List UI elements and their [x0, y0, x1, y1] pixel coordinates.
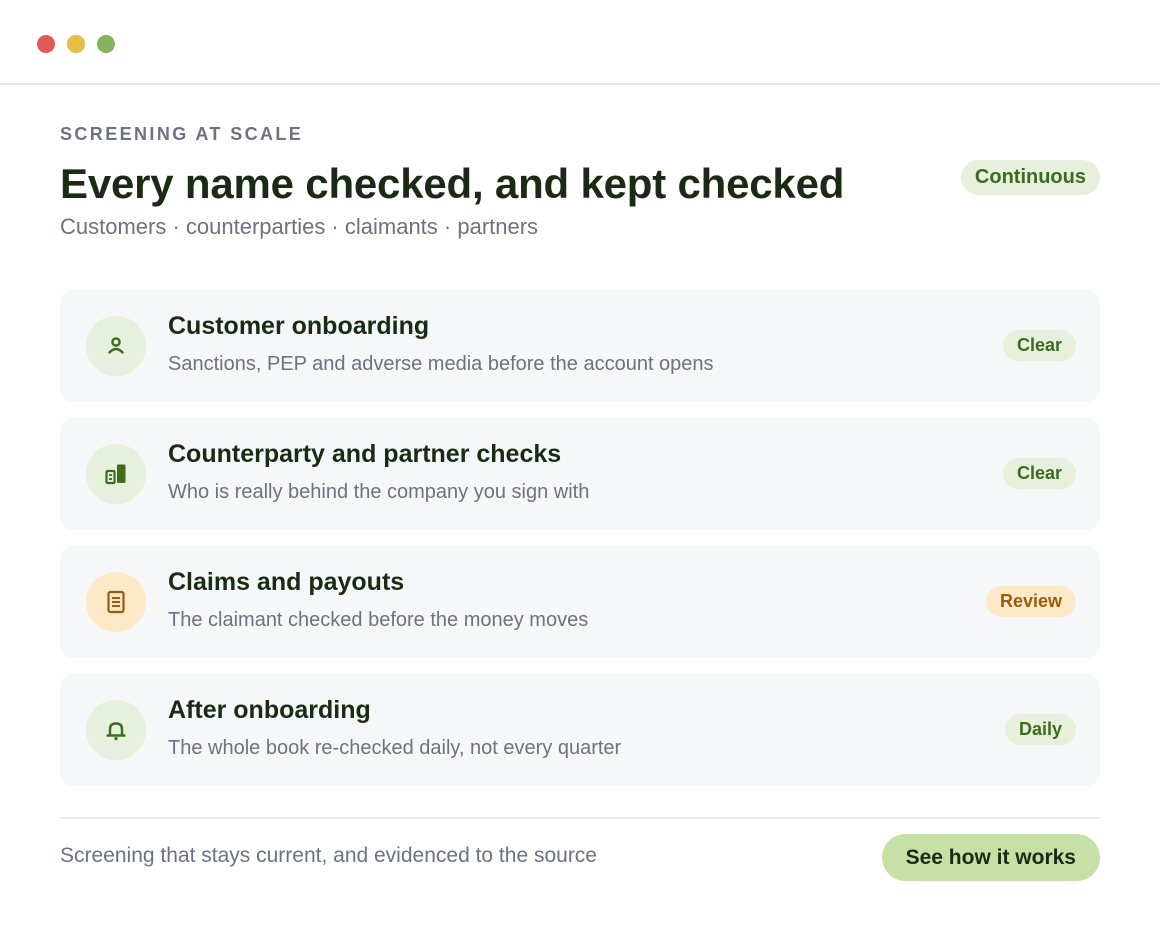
continuous-badge: Continuous	[960, 160, 1100, 195]
status-badge: Daily	[1004, 714, 1076, 745]
status-badge: Clear	[1002, 330, 1076, 361]
maximize-window-button[interactable]	[97, 35, 115, 53]
document-icon	[107, 590, 125, 614]
minimize-window-button[interactable]	[67, 35, 85, 53]
icon-circle	[86, 700, 146, 760]
item-description: The claimant checked before the money mo…	[168, 609, 589, 631]
status-badge: Review	[985, 586, 1076, 617]
item-title: Customer onboarding	[168, 312, 430, 340]
list-item-customer-onboarding[interactable]: Customer onboarding Sanctions, PEP and a…	[60, 290, 1100, 402]
building-icon	[105, 464, 126, 485]
item-title: Claims and payouts	[168, 568, 405, 596]
item-description: Sanctions, PEP and adverse media before …	[168, 353, 714, 375]
list-item-claims-payouts[interactable]: Claims and payouts The claimant checked …	[60, 546, 1100, 658]
list-item-after-onboarding[interactable]: After onboarding The whole book re-check…	[60, 674, 1100, 786]
close-window-button[interactable]	[37, 35, 55, 53]
window-titlebar	[0, 0, 1160, 85]
page-title: Every name checked, and kept checked	[60, 160, 845, 207]
bell-icon	[106, 722, 126, 741]
status-badge: Clear	[1002, 458, 1076, 489]
icon-circle	[86, 444, 146, 504]
person-icon	[108, 337, 124, 354]
see-how-it-works-button[interactable]: See how it works	[881, 834, 1100, 881]
page-subtitle: Customers · counterparties · claimants ·…	[60, 214, 539, 239]
item-title: Counterparty and partner checks	[168, 440, 562, 468]
item-description: Who is really behind the company you sig…	[168, 481, 590, 503]
footer-divider	[60, 817, 1100, 819]
section-eyebrow: SCREENING AT SCALE	[60, 124, 304, 144]
icon-circle	[86, 572, 146, 632]
icon-circle	[86, 316, 146, 376]
item-title: After onboarding	[168, 696, 371, 724]
item-description: The whole book re-checked daily, not eve…	[168, 737, 622, 759]
list-item-counterparty-checks[interactable]: Counterparty and partner checks Who is r…	[60, 418, 1100, 530]
screening-list: Customer onboarding Sanctions, PEP and a…	[60, 290, 1100, 802]
footer-text: Screening that stays current, and eviden…	[60, 844, 597, 867]
